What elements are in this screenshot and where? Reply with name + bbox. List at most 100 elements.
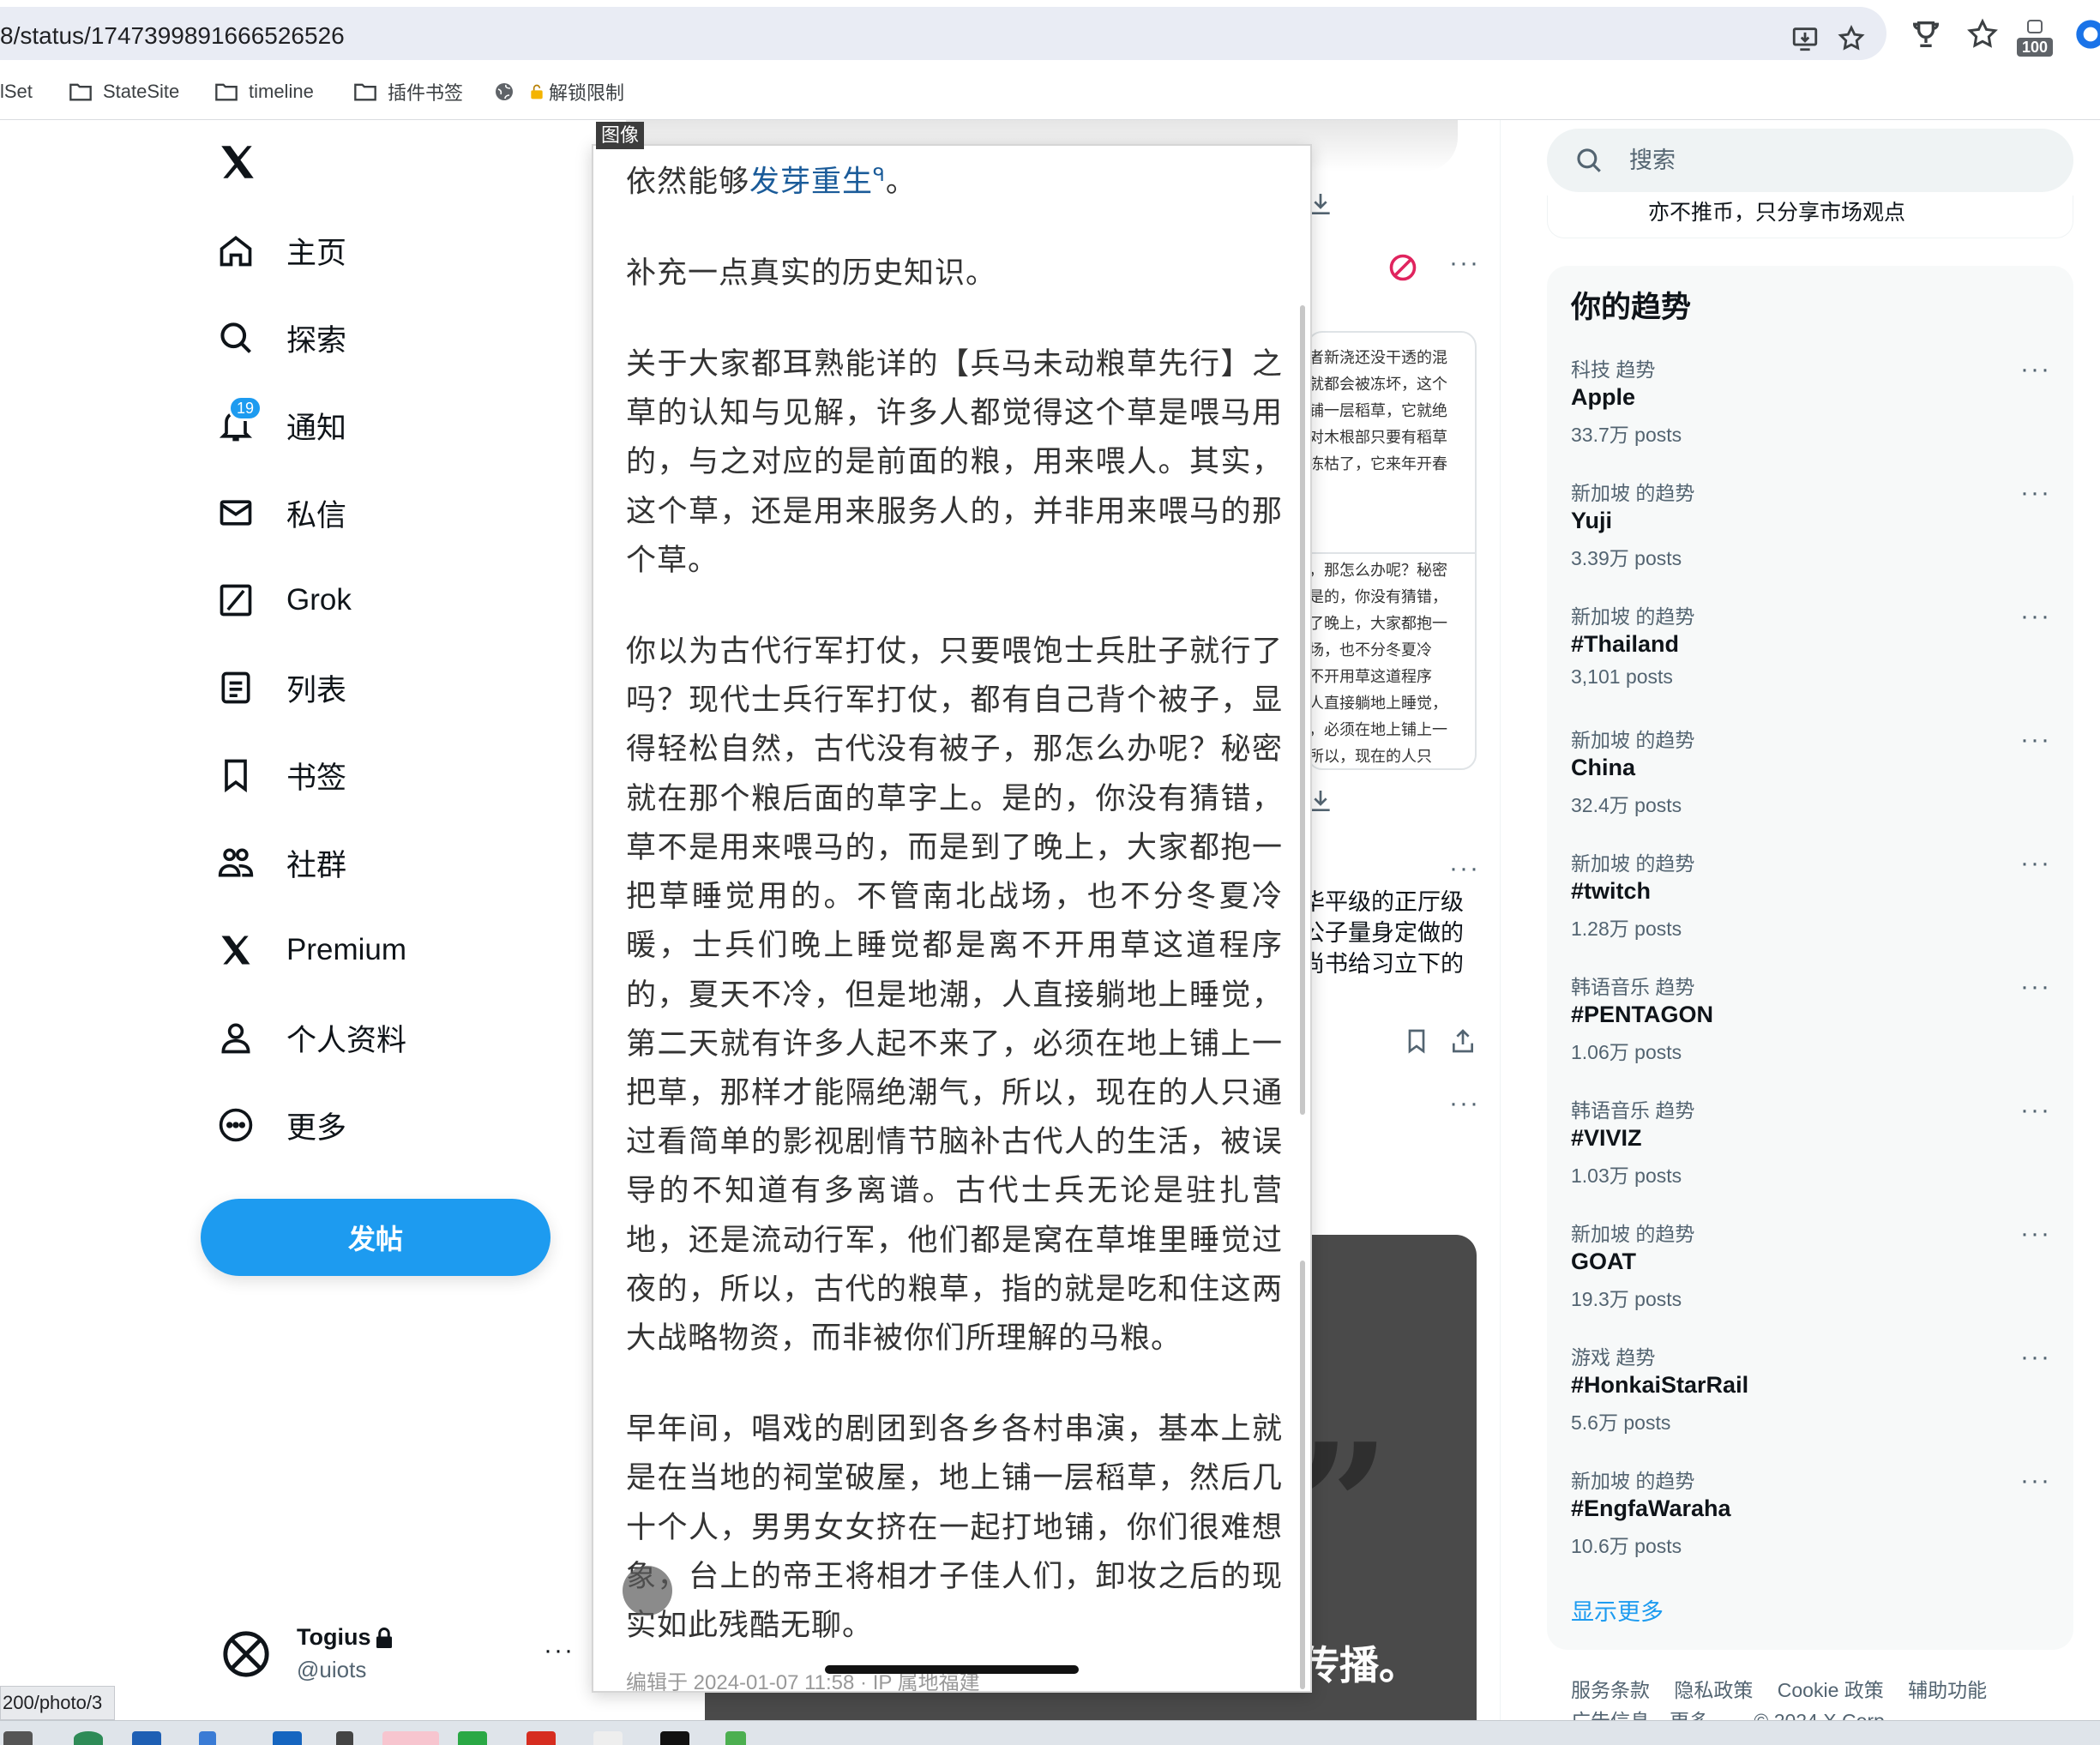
inline-search-link[interactable]: 发芽重生 — [749, 165, 873, 200]
trend-item[interactable]: 韩语音乐 趋势 #VIVIZ 1.03万 posts ··· — [1571, 1094, 2051, 1206]
taskbar-app-icon[interactable] — [382, 1731, 439, 1745]
extension-counter-icon[interactable]: 100 — [2017, 19, 2053, 57]
show-more-link[interactable]: 显示更多 — [1571, 1593, 1664, 1627]
footer-link[interactable]: 隐私政策 — [1674, 1679, 1753, 1701]
nav-more[interactable]: 更多 — [216, 1099, 346, 1151]
more-icon[interactable]: ··· — [1449, 249, 1480, 278]
nav-notifications[interactable]: 19 通知 — [216, 395, 347, 451]
more-icon[interactable]: ··· — [2020, 478, 2051, 508]
favorites-icon[interactable] — [1965, 17, 2000, 51]
background-image-card[interactable]: 者新浇还没干透的混 就都会被冻坏，这个 铺一层稻草，它就绝 对木根部只要有稻草 … — [1307, 331, 1477, 770]
trend-category: 新加坡 的趋势 — [1571, 1470, 1695, 1492]
search-input[interactable] — [1629, 141, 2041, 180]
trend-count: 32.4万 posts — [1571, 794, 1682, 816]
nav-lists[interactable]: 列表 — [216, 662, 346, 713]
more-icon[interactable]: ··· — [2020, 725, 2051, 755]
nav-profile[interactable]: 个人资料 — [216, 1012, 406, 1063]
text-span: 。 — [885, 165, 917, 200]
scrollbar[interactable] — [1300, 1261, 1305, 1689]
nav-label: 私信 — [286, 498, 347, 533]
taskbar-app-icon[interactable] — [458, 1731, 487, 1745]
nav-messages[interactable]: 私信 — [216, 487, 346, 539]
more-icon[interactable]: ··· — [2020, 602, 2051, 631]
nav-label: 通知 — [286, 411, 347, 445]
taskbar-app-icon[interactable] — [336, 1731, 353, 1745]
scrollbar[interactable] — [1300, 305, 1305, 1115]
floating-assistive-button[interactable] — [623, 1566, 672, 1616]
trend-count: 5.6万 posts — [1571, 1411, 1671, 1434]
bookmark-globe[interactable] — [492, 79, 527, 105]
post-button[interactable]: 发帖 — [201, 1199, 551, 1276]
footer-link[interactable]: 服务条款 — [1571, 1679, 1650, 1701]
trophy-icon[interactable] — [1909, 17, 1943, 51]
block-icon[interactable] — [1387, 252, 1418, 283]
list-icon — [216, 668, 256, 707]
bookmark-folder-timeline[interactable]: timeline — [214, 79, 314, 105]
trend-count: 3,101 posts — [1571, 665, 1673, 688]
more-icon[interactable]: ··· — [2020, 1096, 2051, 1125]
taskbar-app-icon[interactable] — [132, 1731, 161, 1745]
taskbar-app-icon[interactable] — [74, 1731, 103, 1745]
trend-item[interactable]: 游戏 趋势 #HonkaiStarRail 5.6万 posts ··· — [1571, 1341, 2051, 1453]
more-icon[interactable]: ··· — [1449, 1089, 1480, 1118]
search-link-icon[interactable]: ᑫ — [873, 165, 886, 186]
more-icon[interactable]: ··· — [544, 1636, 575, 1665]
install-app-icon[interactable] — [1790, 24, 1820, 53]
media-card-text: 传播。 — [1300, 1643, 1418, 1688]
trend-count: 1.03万 posts — [1571, 1164, 1682, 1187]
text-span: 依然能够 — [626, 165, 750, 200]
url-text[interactable]: 8/status/1747399891666526526 — [0, 22, 345, 50]
bookmark-icon[interactable] — [1403, 1027, 1430, 1055]
trend-name: #EngfaWaraha — [1571, 1495, 1731, 1521]
trend-item[interactable]: 新加坡 的趋势 #Thailand 3,101 posts ··· — [1571, 600, 2051, 712]
extension-badge: 100 — [2017, 38, 2053, 57]
taskbar-app-icon[interactable] — [527, 1731, 556, 1745]
bookmark-folder-plugins[interactable]: 插件书签 — [353, 79, 463, 105]
more-icon[interactable]: ··· — [2020, 972, 2051, 1002]
nav-bookmarks[interactable]: 书签 — [216, 749, 346, 801]
trend-category: 新加坡 的趋势 — [1571, 605, 1695, 628]
footer-link[interactable]: Cookie 政策 — [1778, 1679, 1884, 1701]
taskbar-app-icon[interactable] — [660, 1731, 689, 1745]
nav-explore[interactable]: 探索 — [216, 312, 346, 364]
nav-premium[interactable]: Premium — [216, 924, 406, 976]
bookmark-unlock[interactable]: 解锁限制 — [528, 79, 624, 105]
star-icon[interactable] — [1837, 24, 1866, 53]
trend-item[interactable]: 新加坡 的趋势 #EngfaWaraha 10.6万 posts ··· — [1571, 1465, 2051, 1576]
search-bar[interactable] — [1547, 129, 2073, 192]
more-icon[interactable]: ··· — [1449, 854, 1480, 883]
account-switcher[interactable]: Togius @uiots ··· — [221, 1619, 581, 1688]
more-icon[interactable]: ··· — [2020, 1466, 2051, 1495]
taskbar — [0, 1720, 2100, 1745]
x-logo-icon[interactable] — [216, 141, 259, 184]
image-tag: 图像 — [596, 122, 645, 149]
nav-grok[interactable]: Grok — [216, 575, 352, 626]
taskbar-app-icon[interactable] — [593, 1731, 623, 1745]
trend-item[interactable]: 新加坡 的趋势 China 32.4万 posts ··· — [1571, 724, 2051, 835]
address-bar[interactable]: 8/status/1747399891666526526 — [0, 7, 1886, 60]
profile-circle-icon[interactable] — [2073, 17, 2100, 51]
taskbar-app-icon[interactable] — [273, 1731, 302, 1745]
nav-communities[interactable]: 社群 — [216, 837, 346, 888]
folder-icon — [354, 83, 376, 101]
trend-count: 33.7万 posts — [1571, 424, 1682, 446]
trend-item[interactable]: 科技 趋势 Apple 33.7万 posts ··· — [1571, 353, 2051, 465]
trend-item[interactable]: 韩语音乐 趋势 #PENTAGON 1.06万 posts ··· — [1571, 971, 2051, 1082]
footer-link[interactable]: 辅助功能 — [1908, 1679, 1987, 1701]
image-popup[interactable]: 依然能够发芽重生ᑫ。 补充一点真实的历史知识。 关于大家都耳熟能详的【兵马未动粮… — [592, 144, 1312, 1693]
share-icon[interactable] — [1449, 1027, 1477, 1055]
more-icon[interactable]: ··· — [2020, 849, 2051, 878]
taskbar-app-icon[interactable] — [725, 1731, 746, 1745]
nav-home[interactable]: 主页 — [216, 225, 346, 276]
trend-item[interactable]: 新加坡 的趋势 Yuji 3.39万 posts ··· — [1571, 477, 2051, 588]
more-icon[interactable]: ··· — [2020, 1219, 2051, 1249]
bookmark-item[interactable]: lSet — [0, 79, 33, 105]
bookmark-folder-statesite[interactable]: StateSite — [69, 79, 179, 105]
trend-item[interactable]: 新加坡 的趋势 GOAT 19.3万 posts ··· — [1571, 1218, 2051, 1329]
more-icon[interactable]: ··· — [2020, 1343, 2051, 1372]
more-icon[interactable]: ··· — [2020, 355, 2051, 384]
trend-item[interactable]: 新加坡 的趋势 #twitch 1.28万 posts ··· — [1571, 847, 2051, 959]
trend-count: 3.39万 posts — [1571, 547, 1682, 569]
taskbar-app-icon[interactable] — [199, 1731, 216, 1745]
taskbar-app-icon[interactable] — [3, 1731, 33, 1745]
